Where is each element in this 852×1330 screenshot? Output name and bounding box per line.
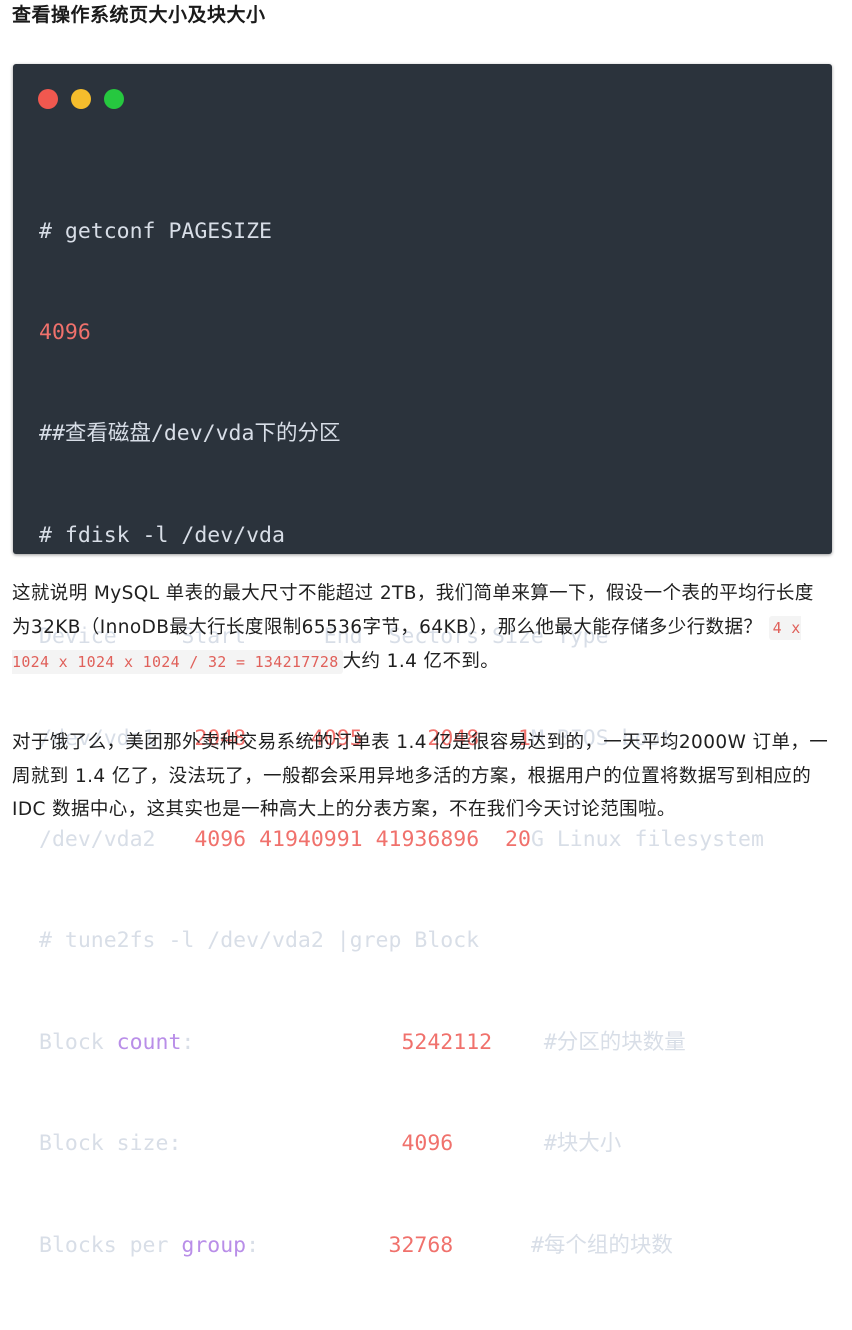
field-label: Block size:	[39, 1131, 182, 1157]
code-comment: #每个组的块数	[530, 1232, 673, 1258]
window-controls	[38, 89, 124, 109]
code-number: 4096	[39, 319, 91, 345]
code-line: 4096	[39, 316, 764, 350]
code-line: # getconf PAGESIZE	[39, 218, 272, 244]
code-line: Block count: 5242112 #分区的块数量	[39, 1026, 764, 1060]
code-line: Block size: 4096 #块大小	[39, 1127, 764, 1161]
device-name: /dev/vda2	[39, 826, 156, 852]
field-value: 4096	[401, 1131, 454, 1157]
code-comment: #分区的块数量	[543, 1029, 686, 1055]
keyword: count	[116, 1029, 182, 1055]
start-value: 4096	[194, 826, 247, 852]
code-comment: #块大小	[543, 1131, 622, 1157]
paragraph-text: 大约 1.4 亿不到。	[342, 651, 500, 672]
size-unit: G	[530, 826, 544, 852]
code-line: # tune2fs -l /dev/vda2 |grep Block	[39, 928, 480, 954]
partition-type: Linux filesystem	[556, 826, 764, 852]
code-line: /dev/vda2 4096 41940991 41936896 20G Lin…	[39, 823, 764, 857]
field-label: Blocks per	[39, 1232, 182, 1258]
end-value: 41940991	[259, 826, 363, 852]
section-heading: 查看操作系统页大小及块大小	[12, 4, 266, 26]
field-label: Block	[39, 1029, 117, 1055]
paragraph-text: 这就说明 MySQL 单表的最大尺寸不能超过 2TB，我们简单来算一下，假设一个…	[12, 583, 814, 638]
size-value: 20	[505, 826, 531, 852]
red-dot-icon	[38, 89, 58, 109]
field-value: 32768	[388, 1232, 454, 1258]
sectors-value: 41936896	[375, 826, 480, 852]
paragraph-example: 对于饿了么，美团那外卖种交易系统的订单表 1.4 亿是很容易达到的，一天平均20…	[12, 732, 829, 820]
field-colon: :	[246, 1232, 260, 1258]
code-line: # fdisk -l /dev/vda	[39, 522, 285, 548]
field-colon: :	[181, 1029, 195, 1055]
code-line: Blocks per group: 32768 #每个组的块数	[39, 1229, 764, 1263]
green-dot-icon	[104, 89, 124, 109]
yellow-dot-icon	[71, 89, 91, 109]
paragraph-explanation: 这就说明 MySQL 单表的最大尺寸不能超过 2TB，我们简单来算一下，假设一个…	[12, 577, 832, 680]
field-value: 5242112	[401, 1029, 493, 1055]
keyword: group	[181, 1232, 247, 1258]
code-window: # getconf PAGESIZE 4096 ##查看磁盘/dev/vda下的…	[13, 64, 832, 1258]
code-line: ##查看磁盘/dev/vda下的分区	[39, 421, 341, 447]
